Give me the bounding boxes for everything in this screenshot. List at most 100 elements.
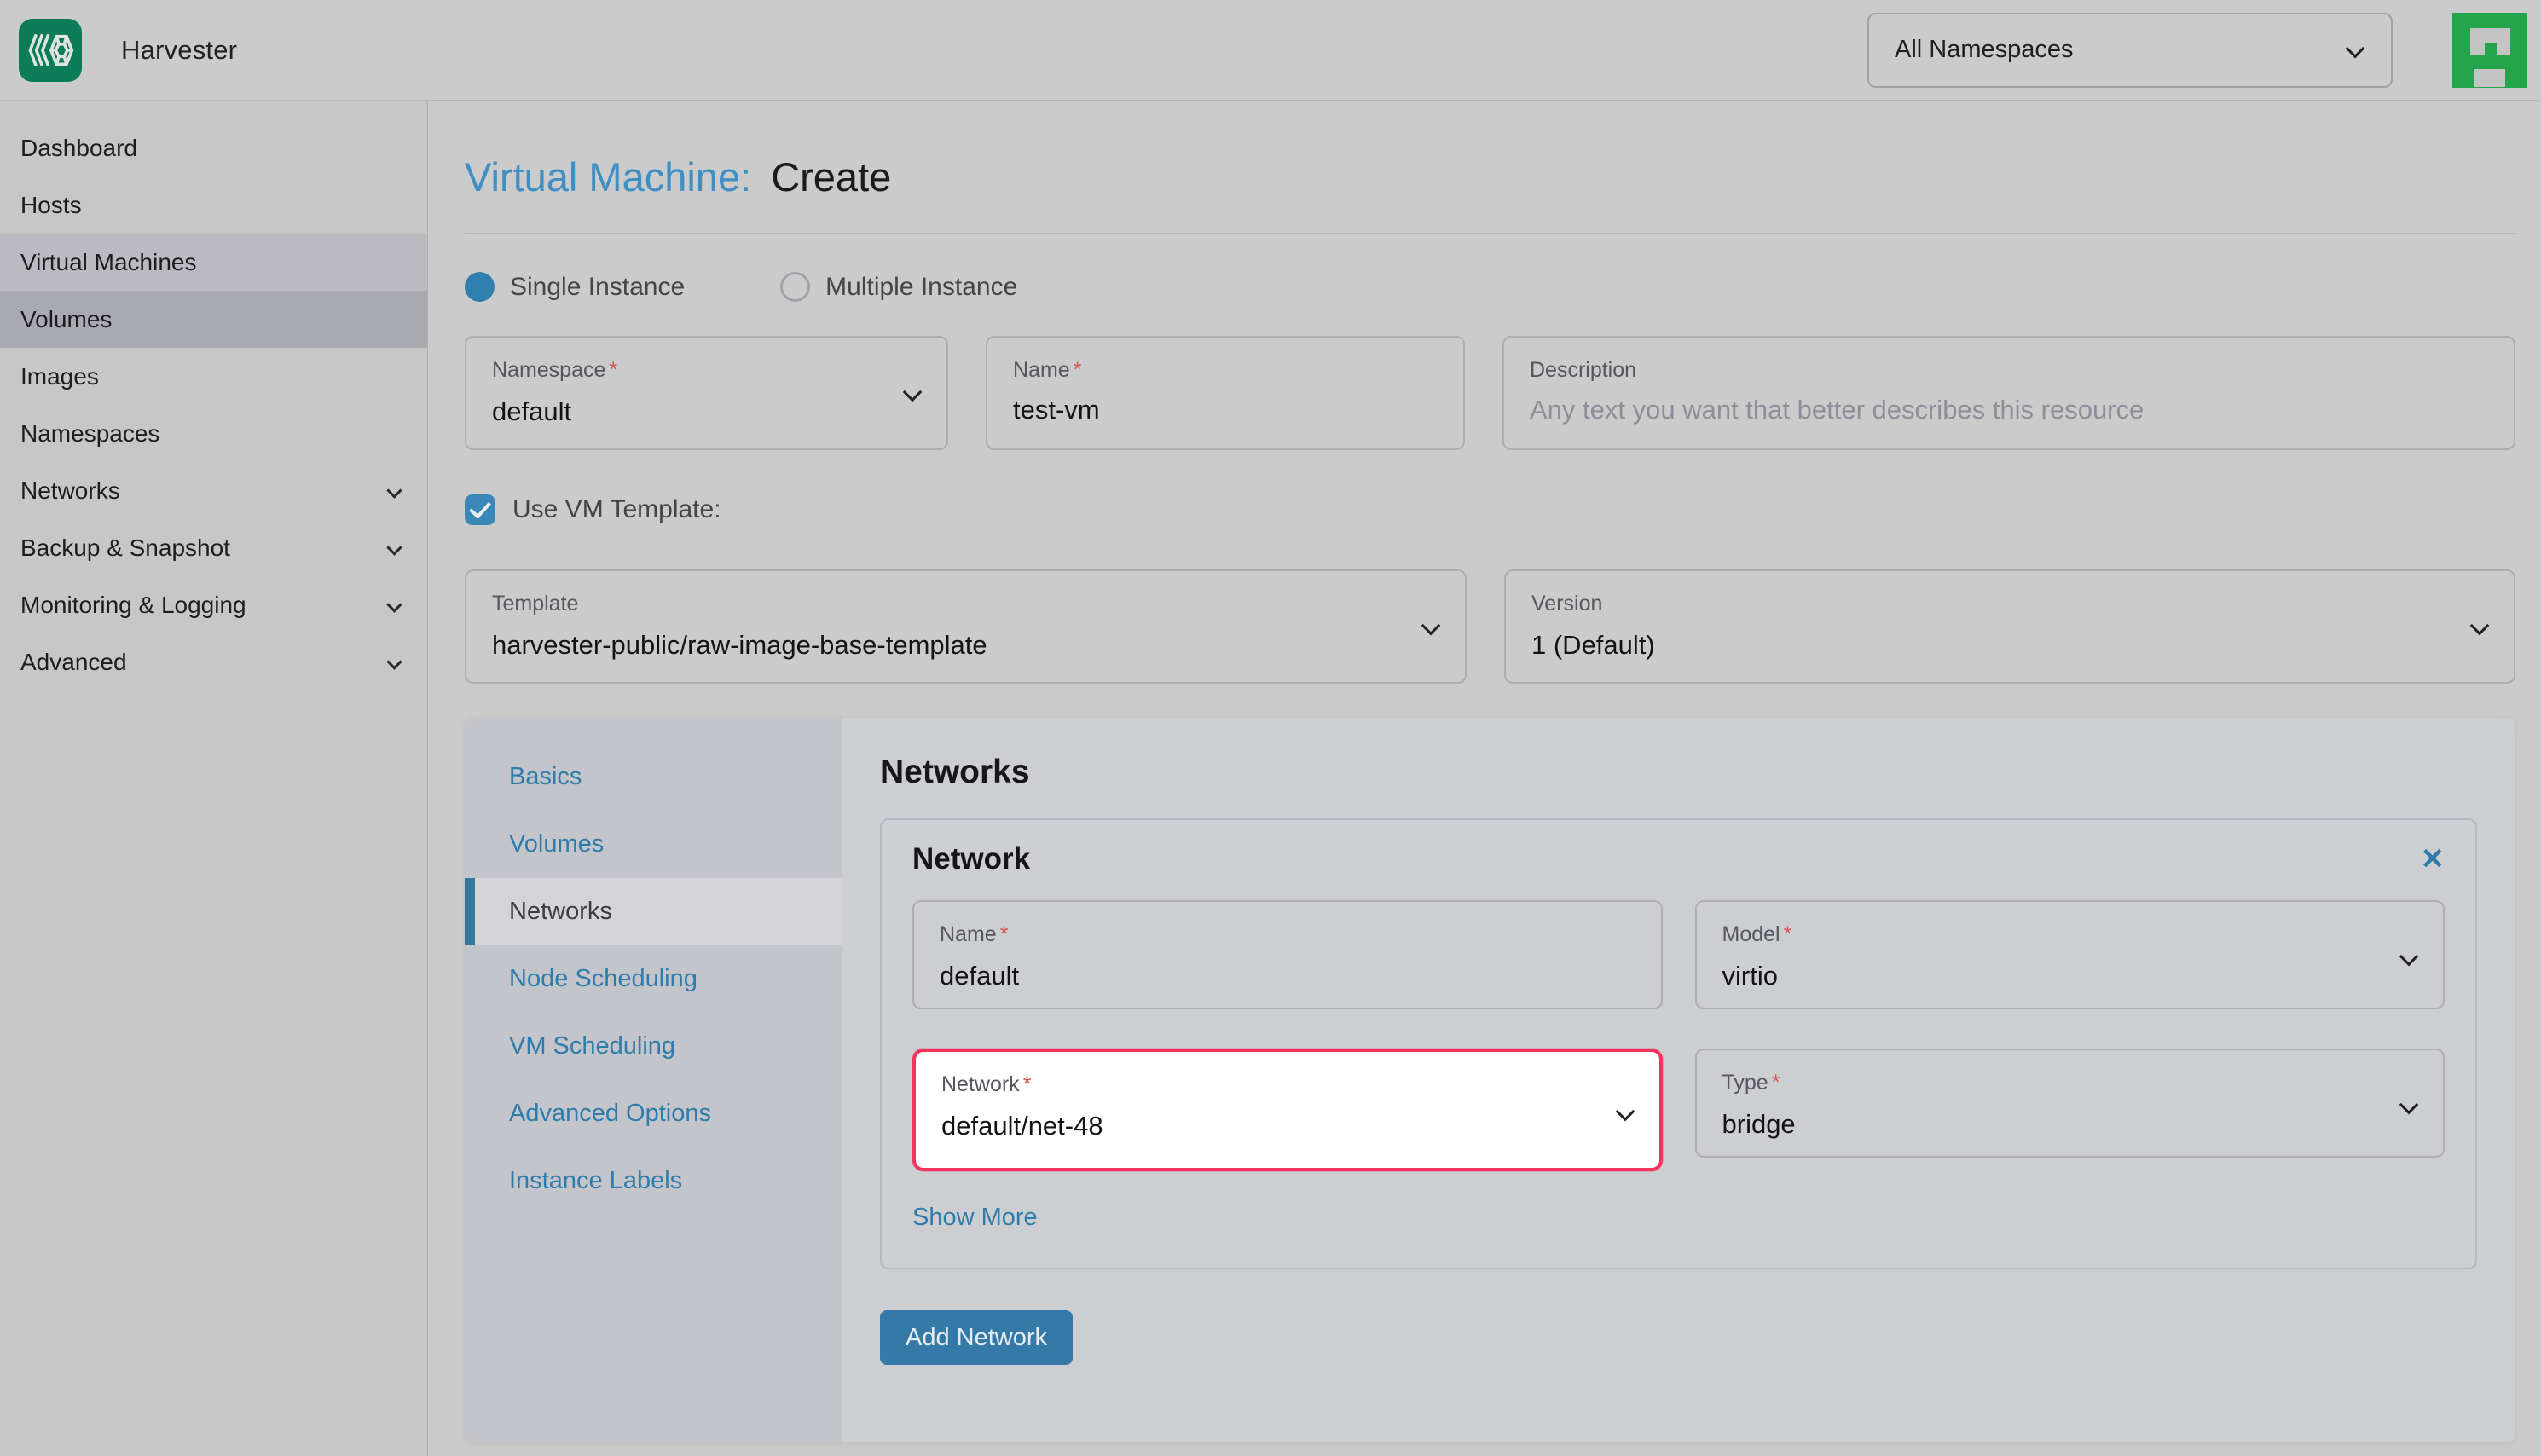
tab-vm-scheduling[interactable]: VM Scheduling	[465, 1013, 842, 1080]
show-more-link[interactable]: Show More	[912, 1204, 1038, 1232]
chevron-down-icon	[386, 540, 402, 555]
network-card: Network ✕ Name* default Model* virtio	[880, 818, 2477, 1269]
rancher-icon-notch	[2474, 69, 2506, 87]
required-marker: *	[1000, 922, 1009, 946]
sidebar-item-label: Volumes	[20, 306, 407, 333]
sidebar-item-advanced[interactable]: Advanced	[0, 633, 427, 690]
page-title-resource: Virtual Machine:	[465, 154, 751, 199]
sidebar-item-virtual-machines[interactable]: Virtual Machines	[0, 234, 427, 291]
chevron-down-icon	[2346, 38, 2365, 58]
network-name-field[interactable]: Name* default	[912, 900, 1663, 1009]
field-label: Model*	[1722, 922, 2418, 947]
wheat-hexagon-icon	[26, 30, 75, 71]
field-label: Namespace*	[492, 358, 921, 383]
config-tab-strip: Basics Volumes Networks Node Scheduling …	[465, 718, 842, 1442]
tab-label: Advanced Options	[509, 1100, 711, 1128]
tab-label: Instance Labels	[509, 1167, 682, 1195]
sidebar-item-networks[interactable]: Networks	[0, 462, 427, 519]
sidebar-item-label: Monitoring & Logging	[20, 592, 389, 619]
model-value: virtio	[1722, 961, 2418, 991]
radio-single-instance[interactable]: Single Instance	[465, 272, 685, 302]
required-marker: *	[1772, 1071, 1780, 1095]
template-field-row: Template harvester-public/raw-image-base…	[465, 569, 2515, 684]
required-marker: *	[1023, 1072, 1032, 1096]
sidebar-item-backup-snapshot[interactable]: Backup & Snapshot	[0, 519, 427, 576]
namespace-select[interactable]: Namespace* default	[465, 336, 948, 450]
rancher-logo-icon[interactable]	[2452, 13, 2527, 88]
name-field[interactable]: Name*	[986, 336, 1465, 450]
name-input[interactable]	[1013, 395, 1438, 425]
network-card-title: Network	[912, 842, 2421, 876]
network-value: default/net-48	[941, 1111, 1634, 1141]
sidebar-item-namespaces[interactable]: Namespaces	[0, 405, 427, 462]
sidebar-item-label: Backup & Snapshot	[20, 534, 389, 562]
basics-field-row: Namespace* default Name* Description	[465, 336, 2515, 450]
app-title: Harvester	[121, 35, 237, 66]
sidebar-item-volumes[interactable]: Volumes	[0, 291, 427, 348]
type-select[interactable]: Type* bridge	[1695, 1049, 2445, 1158]
field-label: Name*	[1013, 358, 1438, 383]
required-marker: *	[1784, 922, 1792, 946]
sidebar-item-label: Networks	[20, 477, 389, 505]
close-icon[interactable]: ✕	[2421, 845, 2445, 874]
tab-label: Node Scheduling	[509, 965, 697, 993]
tab-networks[interactable]: Networks	[465, 878, 842, 945]
sidebar-item-label: Namespaces	[20, 420, 407, 448]
tab-advanced-options[interactable]: Advanced Options	[465, 1080, 842, 1147]
template-value: harvester-public/raw-image-base-template	[492, 630, 1439, 661]
tab-volumes[interactable]: Volumes	[465, 811, 842, 878]
sidebar-item-hosts[interactable]: Hosts	[0, 176, 427, 234]
add-network-button[interactable]: Add Network	[880, 1310, 1073, 1365]
sidebar-item-dashboard[interactable]: Dashboard	[0, 119, 427, 176]
harvester-logo-icon[interactable]	[19, 19, 82, 82]
field-label: Version	[1531, 592, 2488, 616]
field-label: Name*	[940, 922, 1635, 947]
sidebar-item-images[interactable]: Images	[0, 348, 427, 405]
sidebar-item-monitoring-logging[interactable]: Monitoring & Logging	[0, 576, 427, 633]
page-title-action: Create	[771, 154, 891, 199]
top-bar: Harvester All Namespaces	[0, 0, 2541, 101]
tab-label: Volumes	[509, 830, 604, 858]
sidebar-item-label: Advanced	[20, 649, 389, 676]
required-marker: *	[609, 358, 617, 382]
use-vm-template-checkbox[interactable]	[465, 494, 495, 525]
radio-selected-icon	[465, 272, 495, 302]
main-content: Virtual Machine: Create Single Instance …	[428, 101, 2541, 1456]
networks-tab-panel: Networks Network ✕ Name* default	[842, 718, 2515, 1442]
use-vm-template-label: Use VM Template:	[512, 495, 721, 524]
radio-multiple-instance[interactable]: Multiple Instance	[780, 272, 1017, 302]
page-title: Virtual Machine: Create	[465, 153, 2515, 200]
networks-section-heading: Networks	[880, 754, 2477, 791]
network-card-header: Network ✕	[912, 842, 2445, 876]
radio-label: Single Instance	[510, 273, 685, 302]
tab-instance-labels[interactable]: Instance Labels	[465, 1147, 842, 1215]
tab-label: VM Scheduling	[509, 1032, 675, 1060]
network-name-value: default	[940, 961, 1635, 991]
sidebar-item-label: Images	[20, 363, 407, 390]
harvester-app: Harvester All Namespaces Dashboard Hosts…	[0, 0, 2541, 1456]
tab-basics[interactable]: Basics	[465, 743, 842, 811]
description-input[interactable]	[1530, 395, 2488, 425]
field-label: Template	[492, 592, 1439, 616]
chevron-down-icon	[386, 654, 402, 669]
network-select-highlighted[interactable]: Network* default/net-48	[912, 1049, 1663, 1171]
field-label: Description	[1530, 358, 2488, 383]
radio-unselected-icon	[780, 272, 810, 302]
template-select[interactable]: Template harvester-public/raw-image-base…	[465, 569, 1467, 684]
use-vm-template-row: Use VM Template:	[465, 494, 2515, 525]
sidebar-item-label: Hosts	[20, 192, 407, 219]
sidebar-nav: Dashboard Hosts Virtual Machines Volumes…	[0, 101, 428, 1456]
field-label: Network*	[941, 1072, 1634, 1097]
network-card-fields: Name* default Model* virtio Network* def…	[912, 900, 2445, 1171]
namespace-filter-select[interactable]: All Namespaces	[1867, 13, 2393, 88]
title-divider	[465, 233, 2515, 234]
model-select[interactable]: Model* virtio	[1695, 900, 2445, 1009]
version-select[interactable]: Version 1 (Default)	[1504, 569, 2515, 684]
instance-mode-group: Single Instance Multiple Instance	[465, 272, 2515, 302]
description-field[interactable]: Description	[1502, 336, 2515, 450]
type-value: bridge	[1722, 1109, 2418, 1140]
rancher-icon-tab	[2485, 43, 2497, 55]
chevron-down-icon	[386, 597, 402, 612]
tab-label: Basics	[509, 763, 582, 791]
tab-node-scheduling[interactable]: Node Scheduling	[465, 945, 842, 1013]
